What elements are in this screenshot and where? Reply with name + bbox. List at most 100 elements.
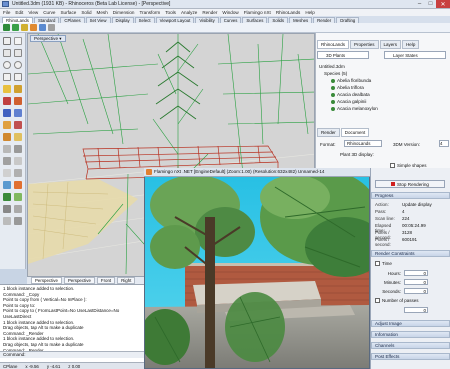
- menu-surface[interactable]: Surface: [60, 10, 76, 15]
- minutes-stepper[interactable]: Minutes: 0: [382, 279, 444, 285]
- boolean-icon[interactable]: [14, 121, 22, 129]
- analyze-icon[interactable]: [3, 157, 11, 165]
- adjust-image-header[interactable]: Adjust Image: [371, 320, 450, 327]
- progress-section-header[interactable]: Progress: [371, 192, 450, 199]
- tree-item[interactable]: Acacia melanoxylon: [319, 105, 378, 112]
- panel-tab-properties[interactable]: Properties: [350, 40, 379, 49]
- passes-stepper[interactable]: 0: [382, 307, 444, 313]
- camera-icon[interactable]: [3, 205, 11, 213]
- menu-curve[interactable]: Curve: [43, 10, 55, 15]
- surface-icon[interactable]: [3, 85, 11, 93]
- solid-sphere-icon[interactable]: [14, 97, 22, 105]
- light-icon[interactable]: [14, 181, 22, 189]
- panel-tab-layers[interactable]: Layers: [379, 40, 402, 49]
- plant-leaf-icon: [331, 92, 335, 97]
- checkbox-box[interactable]: [375, 261, 380, 266]
- channels-header[interactable]: Channels: [371, 342, 450, 349]
- viewport-tab-right[interactable]: Right: [117, 277, 136, 284]
- menu-edit[interactable]: Edit: [15, 10, 23, 15]
- extrude-icon[interactable]: [14, 85, 22, 93]
- panel-tab-rhinolands[interactable]: RhinoLands: [317, 40, 350, 49]
- circle-icon[interactable]: [3, 61, 11, 69]
- menu-dimension[interactable]: Dimension: [113, 10, 135, 15]
- format-field[interactable]: RhinoLands: [344, 140, 382, 147]
- tree-item[interactable]: Abelia floribunda: [319, 77, 378, 84]
- checkbox-box[interactable]: [375, 298, 380, 303]
- zoom-icon[interactable]: [14, 205, 22, 213]
- plant-database-icon[interactable]: [21, 24, 28, 31]
- arc-icon[interactable]: [14, 61, 22, 69]
- select-arrow-icon[interactable]: [3, 37, 11, 45]
- close-button[interactable]: ✕: [436, 0, 450, 8]
- render-constraints-header[interactable]: Render Constraints: [371, 250, 450, 257]
- stat-row: Pixels / second: 600191: [375, 237, 418, 247]
- plant-filter-dropdown[interactable]: 3D Plants: [317, 51, 369, 59]
- menu-tools[interactable]: Tools: [165, 10, 176, 15]
- tree-item[interactable]: Abelia triflora: [319, 84, 378, 91]
- command-prompt[interactable]: Command:: [0, 351, 150, 358]
- polyline-icon[interactable]: [3, 49, 11, 57]
- curve-icon[interactable]: [14, 49, 22, 57]
- plant-list-icon[interactable]: [48, 24, 55, 31]
- seconds-stepper[interactable]: Seconds: 0: [382, 288, 444, 294]
- tree-root[interactable]: Untitled.3dm: [319, 63, 378, 70]
- menu-mesh[interactable]: Mesh: [97, 10, 108, 15]
- text-icon[interactable]: [14, 145, 22, 153]
- plant-edit-icon[interactable]: [30, 24, 37, 31]
- menu-file[interactable]: File: [3, 10, 10, 15]
- tree-species-group[interactable]: Species (5): [319, 70, 378, 77]
- group-icon[interactable]: [14, 169, 22, 177]
- time-checkbox[interactable]: Time: [375, 261, 392, 266]
- pan-icon[interactable]: [3, 217, 11, 225]
- post-effects-header[interactable]: Post Effects: [371, 353, 450, 360]
- version-field[interactable]: 4: [439, 140, 449, 147]
- passes-checkbox[interactable]: Number of passes: [375, 298, 419, 303]
- tree-item[interactable]: Acacia dealbata: [319, 91, 378, 98]
- dimension-icon[interactable]: [3, 145, 11, 153]
- layer-states-dropdown[interactable]: Layer States: [384, 51, 446, 59]
- mesh-icon[interactable]: [3, 109, 11, 117]
- plant-tree-icon[interactable]: [3, 24, 10, 31]
- transform-icon[interactable]: [3, 133, 11, 141]
- polygon-icon[interactable]: [14, 73, 22, 81]
- menu-rhinolands[interactable]: RhinoLands: [276, 10, 301, 15]
- stop-rendering-button[interactable]: Stop Rendering: [375, 180, 445, 188]
- array-icon[interactable]: [14, 133, 22, 141]
- species-tree: Untitled.3dm Species (5) Abelia floribun…: [319, 63, 378, 112]
- mesh-tools-icon[interactable]: [14, 109, 22, 117]
- plant-leaf-icon: [331, 78, 335, 83]
- panel-tab-help[interactable]: Help: [402, 40, 420, 49]
- plant-settings-icon[interactable]: [39, 24, 46, 31]
- subtab-render[interactable]: Render: [317, 128, 340, 137]
- menu-window[interactable]: Window: [222, 10, 238, 15]
- viewport-tab-front[interactable]: Front: [96, 277, 116, 284]
- plant-shrub-icon[interactable]: [12, 24, 19, 31]
- viewport-tab-perspective[interactable]: Perspective: [31, 277, 62, 284]
- render-icon[interactable]: [3, 181, 11, 189]
- tree-item[interactable]: Acacia galpinii: [319, 98, 378, 105]
- layer-icon[interactable]: [14, 157, 22, 165]
- rotate-view-icon[interactable]: [14, 217, 22, 225]
- plant-icon[interactable]: [3, 193, 11, 201]
- subtab-document[interactable]: Document: [340, 128, 370, 137]
- menu-solid[interactable]: Solid: [81, 10, 91, 15]
- hours-stepper[interactable]: Hours: 0: [382, 270, 444, 276]
- minimize-button[interactable]: –: [414, 0, 425, 8]
- information-header[interactable]: Information: [371, 331, 450, 338]
- menu-render[interactable]: Render: [202, 10, 217, 15]
- viewport-title[interactable]: Perspective ▾: [30, 35, 66, 42]
- status-cplane: CPlane: [3, 363, 18, 369]
- menu-flamingo[interactable]: Flamingo nXt: [244, 10, 271, 15]
- rectangle-icon[interactable]: [3, 73, 11, 81]
- viewport-tab-perspective-2[interactable]: Perspective: [63, 277, 95, 284]
- properties-icon[interactable]: [3, 169, 11, 177]
- fillet-icon[interactable]: [3, 121, 11, 129]
- solid-box-icon[interactable]: [3, 97, 11, 105]
- grass-icon[interactable]: [14, 193, 22, 201]
- maximize-button[interactable]: □: [425, 0, 436, 8]
- menu-transform[interactable]: Transform: [139, 10, 160, 15]
- menu-help[interactable]: Help: [305, 10, 314, 15]
- menu-analyze[interactable]: Analyze: [181, 10, 197, 15]
- point-icon[interactable]: [14, 37, 22, 45]
- menu-view[interactable]: View: [28, 10, 38, 15]
